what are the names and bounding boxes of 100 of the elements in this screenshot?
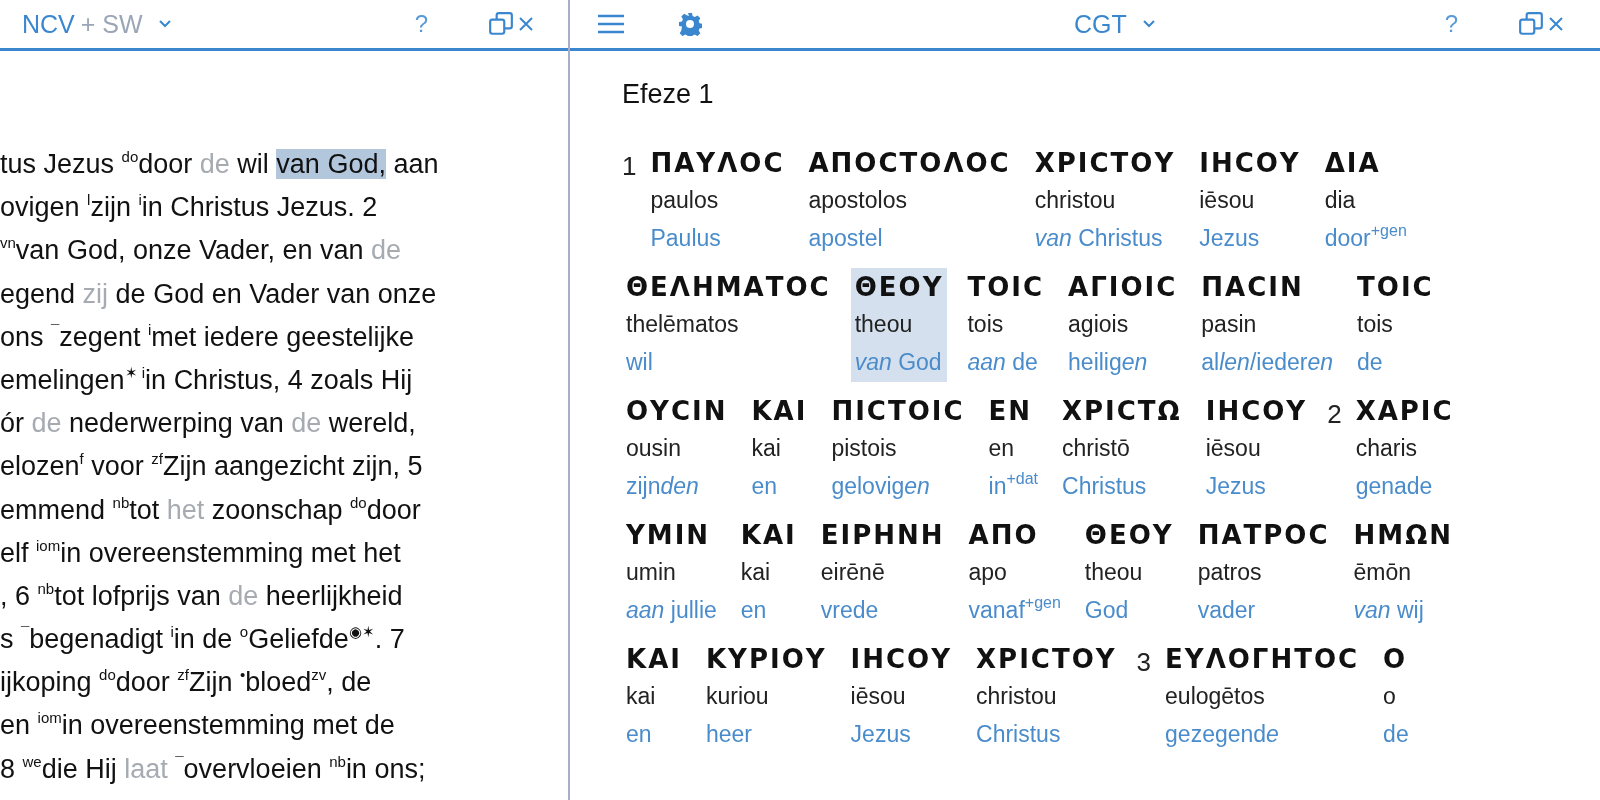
- transliteration: eulogētos: [1165, 682, 1266, 711]
- translation-selector[interactable]: CGT: [1074, 9, 1155, 39]
- transliteration: kuriou: [705, 682, 770, 711]
- text-line: ór de nederwerping van de wereld,: [0, 407, 417, 441]
- word-unit[interactable]: ΚΑΙ kai en: [736, 516, 801, 630]
- greek-word: ΠΑΥΛΟϹ: [650, 147, 785, 180]
- word-unit[interactable]: ΠΙϹΤΟΙϹ pistois gelovigen: [827, 392, 969, 506]
- word-unit[interactable]: ΗΜΩΝ ēmōn van wij: [1349, 516, 1457, 630]
- chapter-heading: Efeze 1: [622, 79, 715, 110]
- window-restore-icon[interactable]: [1518, 11, 1544, 37]
- greek-word: ΗΜΩΝ: [1353, 519, 1453, 552]
- close-icon[interactable]: [518, 16, 534, 32]
- word-unit[interactable]: ΧΡΙϹΤΩ christō Christus: [1058, 392, 1186, 506]
- greek-word: ΘΕΟΥ: [854, 271, 944, 304]
- greek-word: ΧΡΙϹΤΟΥ: [976, 643, 1117, 676]
- gloss: wil: [626, 348, 654, 377]
- transliteration: pasin: [1201, 310, 1258, 339]
- word-unit[interactable]: ΘΕΟΥ theou van God: [850, 268, 948, 382]
- greek-word: ΠΑϹΙΝ: [1201, 271, 1305, 304]
- word-unit[interactable]: ΕΙΡΗΝΗ eirēnē vrede: [816, 516, 949, 630]
- word-unit[interactable]: ΕΝ en in$^{+dat}$: [984, 392, 1042, 506]
- gloss: heer: [705, 720, 753, 749]
- greek-word: ΙΗϹΟΥ: [1205, 395, 1308, 428]
- greek-word: ΠΑΤΡΟϹ: [1197, 519, 1330, 552]
- word-unit[interactable]: ΕΥΛΟΓΗΤΟϹ eulogētos gezegende: [1161, 640, 1364, 754]
- menu-icon[interactable]: [598, 14, 624, 34]
- word-unit[interactable]: ΤΟΙϹ tois de: [1353, 268, 1438, 382]
- settings-icon[interactable]: [678, 12, 702, 36]
- transliteration: charis: [1355, 434, 1418, 463]
- word-unit[interactable]: ΧΑΡΙϹ charis genade: [1351, 392, 1458, 506]
- gloss: vanaf$^{+gen}$: [968, 593, 1061, 625]
- text-line: ons $^{¯}$zegent $^{i}$met iedere geestelijke: [0, 319, 415, 354]
- verse-number: 1: [622, 150, 637, 183]
- word-unit[interactable]: ΠΑΥΛΟϹ paulos Paulus: [646, 144, 789, 258]
- word-unit[interactable]: ΧΡΙϹΤΟΥ christou Christus: [972, 640, 1121, 754]
- word-unit[interactable]: ΑΓΙΟΙϹ agiois heiligen: [1064, 268, 1182, 382]
- transliteration: en: [988, 434, 1016, 463]
- greek-word: ΤΟΙϹ: [1357, 271, 1434, 304]
- word-unit[interactable]: ΠΑΤΡΟϹ patros vader: [1193, 516, 1334, 630]
- transliteration: christō: [1062, 434, 1131, 463]
- transliteration: o: [1383, 682, 1397, 711]
- gloss: Christus: [1062, 472, 1148, 501]
- word-unit[interactable]: ΔΙΑ dia door$^{+gen}$: [1320, 144, 1411, 258]
- text-line: emmend $^{nb}$tot het zoonschap $^{do}$door: [0, 492, 422, 527]
- word-unit[interactable]: Ο o de: [1379, 640, 1413, 754]
- greek-word: Ο: [1383, 643, 1409, 676]
- transliteration: paulos: [650, 186, 720, 215]
- word-unit[interactable]: ΧΡΙϹΤΟΥ christou van Christus: [1030, 144, 1180, 258]
- translation-selector[interactable]: NCV + SW: [22, 9, 171, 39]
- word-unit[interactable]: ΙΗϹΟΥ iēsou Jezus: [1201, 392, 1312, 506]
- word-unit[interactable]: ΚΑΙ kai en: [747, 392, 812, 506]
- text-line: en $^{iom}$in overeenstemming met de: [0, 708, 396, 743]
- transliteration: ēmōn: [1353, 558, 1413, 587]
- word-unit[interactable]: ΤΟΙϹ tois aan de: [963, 268, 1049, 382]
- greek-word: ΑΓΙΟΙϹ: [1068, 271, 1178, 304]
- word-unit[interactable]: ΙΗϹΟΥ iēsou Jezus: [1195, 144, 1305, 258]
- word-unit[interactable]: ΚΑΙ kai en: [622, 640, 686, 754]
- verse-number: 2: [1327, 398, 1342, 431]
- gloss: Paulus: [650, 224, 722, 253]
- gloss: aan de: [967, 348, 1039, 377]
- greek-word: ΙΗϹΟΥ: [1199, 147, 1301, 180]
- word-unit[interactable]: ΥΜΙΝ umin aan jullie: [622, 516, 721, 630]
- gloss: gelovigen: [831, 472, 931, 501]
- word-unit[interactable]: ΟΥϹΙΝ ousin zijnden: [622, 392, 732, 506]
- greek-word: ΔΙΑ: [1324, 147, 1382, 180]
- word-unit[interactable]: ΚΥΡΙΟΥ kuriou heer: [701, 640, 831, 754]
- greek-word: ΙΗϹΟΥ: [850, 643, 953, 676]
- word-unit[interactable]: ΙΗϹΟΥ iēsou Jezus: [846, 640, 957, 754]
- greek-word: ΠΙϹΤΟΙϹ: [831, 395, 965, 428]
- greek-word: ΚΑΙ: [626, 643, 682, 676]
- verse-number: 3: [1136, 646, 1152, 679]
- greek-word: ΘΕΛΗΜΑΤΟϹ: [626, 271, 831, 304]
- gloss: allen/iederen: [1201, 348, 1334, 377]
- word-unit[interactable]: ΑΠΟ apo vanaf$^{+gen}$: [964, 516, 1065, 630]
- transliteration: christou: [976, 682, 1058, 711]
- text-line: elf $^{iom}$in overeenstemming met het: [0, 535, 402, 570]
- word-unit[interactable]: ΠΑϹΙΝ pasin allen/iederen: [1197, 268, 1338, 382]
- word-unit[interactable]: ΘΕΛΗΜΑΤΟϹ thelēmatos wil: [622, 268, 835, 382]
- gloss: zijnden: [626, 472, 700, 501]
- gloss: heiligen: [1068, 348, 1149, 377]
- greek-word: ΧΡΙϹΤΟΥ: [1034, 147, 1176, 180]
- text-line: tus Jezus $^{do}$door de wil van God, aan: [0, 147, 440, 181]
- greek-word: ΕΥΛΟΓΗΤΟϹ: [1165, 643, 1360, 676]
- gloss: van Christus: [1034, 224, 1164, 253]
- gloss: Jezus: [850, 720, 912, 749]
- gloss: vader: [1197, 596, 1257, 625]
- transliteration: christou: [1034, 186, 1117, 215]
- transliteration: dia: [1324, 186, 1357, 215]
- gloss: in$^{+dat}$: [988, 469, 1038, 501]
- word-unit[interactable]: ΘΕΟΥ theou God: [1080, 516, 1178, 630]
- gloss: God: [1084, 596, 1130, 625]
- gloss: en: [740, 596, 768, 625]
- greek-word: ΕΙΡΗΝΗ: [820, 519, 945, 552]
- text-line: ovigen $^{l}$zijn $^{i}$in Christus Jezus. 2: [0, 190, 379, 225]
- gloss: van God: [854, 348, 943, 377]
- close-icon[interactable]: [1548, 16, 1564, 32]
- chevron-down-icon: [1142, 20, 1155, 28]
- word-unit[interactable]: ΑΠΟϹΤΟΛΟϹ apostolos apostel: [804, 144, 1015, 258]
- greek-word: ΚΑΙ: [751, 395, 808, 428]
- window-restore-icon[interactable]: [488, 11, 514, 37]
